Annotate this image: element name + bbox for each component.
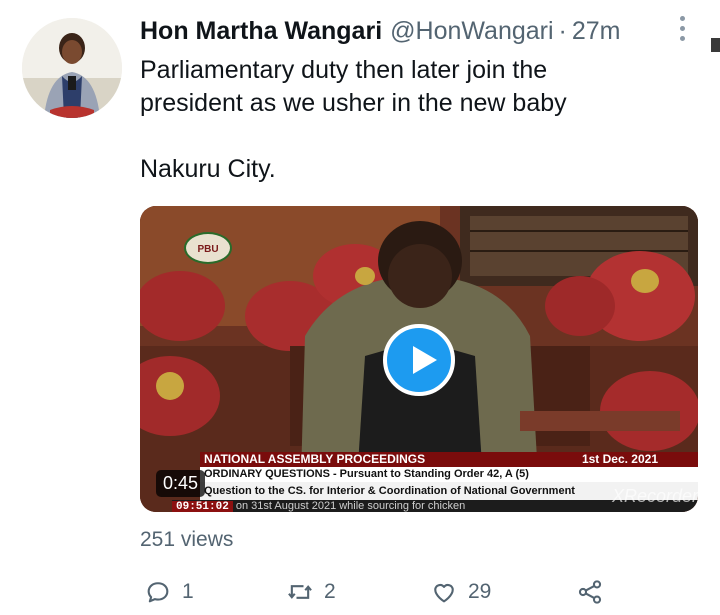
tweet-text-line: Parliamentary duty then later join the [140, 56, 548, 84]
tweet-action-bar: 1 2 29 [140, 572, 620, 612]
reply-button[interactable]: 1 [144, 572, 194, 612]
reply-count: 1 [182, 580, 194, 603]
retweet-icon [288, 585, 312, 599]
view-count: 251 views [140, 528, 234, 551]
avatar[interactable] [22, 18, 122, 118]
ticker-crawl-text: on 31st August 2021 while sourcing for c… [235, 500, 466, 512]
tweet-text-line: president as we usher in the new baby [140, 89, 567, 117]
ticker-title: NATIONAL ASSEMBLY PROCEEDINGS [204, 452, 426, 466]
tweet-timestamp[interactable]: 27m [572, 17, 621, 46]
heart-icon [434, 583, 454, 603]
avatar-image [22, 18, 122, 118]
ticker-date: 1st Dec. 2021 [581, 452, 658, 466]
scrollbar[interactable] [711, 38, 720, 52]
ticker-title-bar: NATIONAL ASSEMBLY PROCEEDINGS 1st Dec. 2… [200, 452, 698, 467]
author-name[interactable]: Hon Martha Wangari [140, 17, 382, 46]
tweet-text-line: Nakuru City. [140, 155, 276, 183]
retweet-count: 2 [324, 580, 336, 603]
video-player[interactable]: PBU NATIONAL ASSEMBLY PROCEEDINGS 1st De… [140, 206, 698, 512]
share-icon [578, 580, 602, 604]
tweet-text: Parliamentary duty then later join the p… [140, 54, 700, 186]
reply-icon [147, 582, 169, 603]
video-duration-badge: 0:45 [156, 470, 206, 497]
play-icon[interactable] [383, 324, 455, 396]
like-count: 29 [468, 580, 492, 603]
separator-dot: · [558, 16, 567, 45]
tweet-header: Hon Martha Wangari @HonWangari · 27m [140, 14, 680, 48]
share-button[interactable] [576, 572, 614, 612]
more-options-icon[interactable] [674, 14, 692, 44]
recorder-watermark: XRecorder [612, 486, 698, 506]
ticker-clock: 09:51:02 [172, 501, 233, 512]
channel-logo: PBU [184, 232, 232, 264]
retweet-button[interactable]: 2 [286, 572, 336, 612]
like-button[interactable]: 29 [430, 572, 491, 612]
author-handle[interactable]: @HonWangari [390, 17, 553, 46]
ticker-line: ORDINARY QUESTIONS - Pursuant to Standin… [200, 467, 698, 482]
